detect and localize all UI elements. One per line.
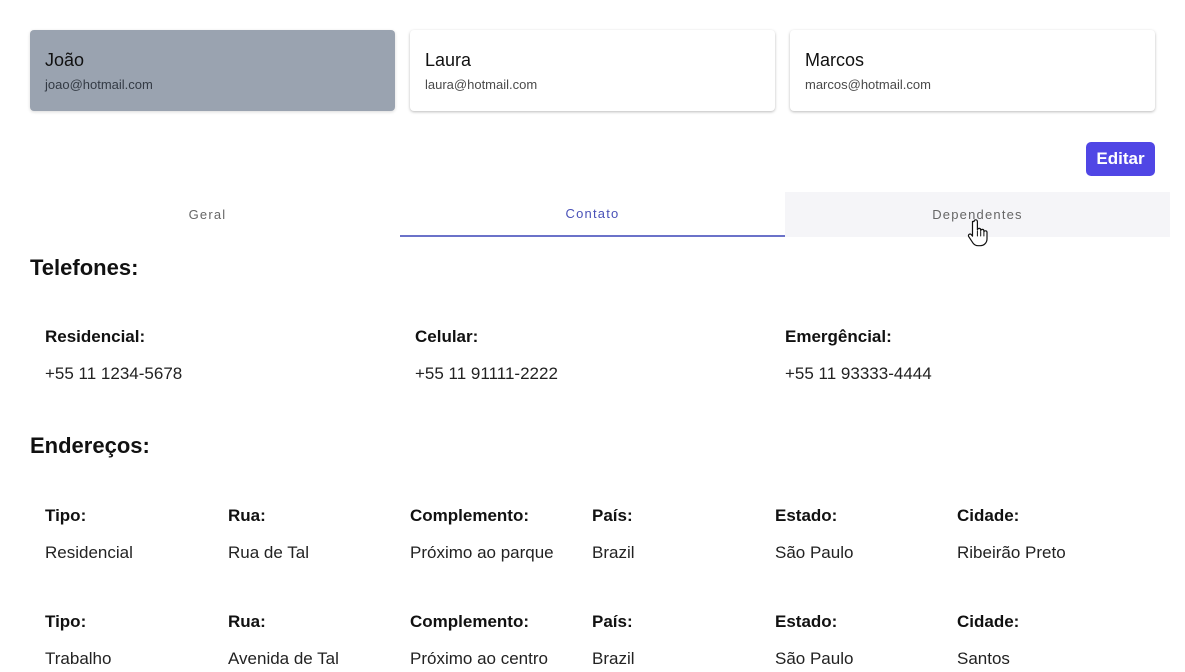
address-country: País: Brazil <box>592 506 635 563</box>
address-state: Estado: São Paulo <box>775 506 853 563</box>
address-street: Rua: Avenida de Tal <box>228 612 339 669</box>
address-country-label: País: <box>592 506 633 525</box>
user-name: João <box>45 50 85 70</box>
phone-emergency: Emergêncial: +55 11 93333-4444 <box>785 327 932 384</box>
phone-value: +55 11 91111-2222 <box>415 364 558 383</box>
phone-mobile: Celular: +55 11 91111-2222 <box>415 327 558 384</box>
address-type: Tipo: Residencial <box>45 506 133 563</box>
address-complement-value: Próximo ao centro <box>410 649 548 668</box>
phone-value: +55 11 1234-5678 <box>45 364 183 383</box>
address-street-label: Rua: <box>228 612 266 631</box>
address-complement-value: Próximo ao parque <box>410 543 554 562</box>
address-city: Cidade: Ribeirão Preto <box>957 506 1066 563</box>
user-name: Laura <box>425 50 472 70</box>
user-email: laura@hotmail.com <box>425 77 538 92</box>
phone-value: +55 11 93333-4444 <box>785 364 932 383</box>
address-row: Tipo: Residencial Rua: Rua de Tal Comple… <box>45 506 1155 566</box>
address-country-label: País: <box>592 612 633 631</box>
address-city-label: Cidade: <box>957 506 1020 525</box>
address-country: País: Brazil <box>592 612 635 669</box>
address-complement: Complemento: Próximo ao centro <box>410 612 548 669</box>
tab-bar: Geral Contato Dependentes <box>15 192 1170 237</box>
address-city: Cidade: Santos <box>957 612 1019 669</box>
address-state: Estado: São Paulo <box>775 612 853 669</box>
user-name: Marcos <box>805 50 865 70</box>
address-street-value: Rua de Tal <box>228 543 309 562</box>
address-country-value: Brazil <box>592 543 635 562</box>
user-card-laura[interactable]: Laura laura@hotmail.com <box>410 30 775 111</box>
address-street-value: Avenida de Tal <box>228 649 339 668</box>
phone-residential: Residencial: +55 11 1234-5678 <box>45 327 182 384</box>
address-complement-label: Complemento: <box>410 612 529 631</box>
address-complement: Complemento: Próximo ao parque <box>410 506 554 563</box>
address-state-label: Estado: <box>775 612 838 631</box>
phone-label: Emergêncial: <box>785 327 892 346</box>
address-street: Rua: Rua de Tal <box>228 506 309 563</box>
phone-label: Celular: <box>415 327 479 346</box>
tab-geral[interactable]: Geral <box>15 192 400 237</box>
tab-contato[interactable]: Contato <box>400 192 785 237</box>
address-state-label: Estado: <box>775 506 838 525</box>
address-complement-label: Complemento: <box>410 506 529 525</box>
address-city-value: Santos <box>957 649 1010 668</box>
address-type: Tipo: Trabalho <box>45 612 111 669</box>
address-state-value: São Paulo <box>775 649 854 668</box>
address-type-value: Trabalho <box>45 649 112 668</box>
address-type-label: Tipo: <box>45 612 87 631</box>
user-card-list: João joao@hotmail.com Laura laura@hotmai… <box>30 30 1155 111</box>
edit-button[interactable]: Editar <box>1086 142 1155 176</box>
app-frame: João joao@hotmail.com Laura laura@hotmai… <box>0 0 1185 672</box>
phones-section-title: Telefones: <box>30 255 139 280</box>
address-street-label: Rua: <box>228 506 266 525</box>
address-row: Tipo: Trabalho Rua: Avenida de Tal Compl… <box>45 612 1155 672</box>
addresses-section-title: Endereços: <box>30 433 150 458</box>
phone-label: Residencial: <box>45 327 146 346</box>
hand-pointer-icon <box>967 219 988 247</box>
address-state-value: São Paulo <box>775 543 854 562</box>
user-card-joao[interactable]: João joao@hotmail.com <box>30 30 395 111</box>
user-card-marcos[interactable]: Marcos marcos@hotmail.com <box>790 30 1155 111</box>
address-country-value: Brazil <box>592 649 635 668</box>
address-type-value: Residencial <box>45 543 133 562</box>
user-email: marcos@hotmail.com <box>805 77 931 92</box>
user-email: joao@hotmail.com <box>45 77 153 92</box>
address-city-label: Cidade: <box>957 612 1020 631</box>
address-type-label: Tipo: <box>45 506 87 525</box>
address-city-value: Ribeirão Preto <box>957 543 1066 562</box>
